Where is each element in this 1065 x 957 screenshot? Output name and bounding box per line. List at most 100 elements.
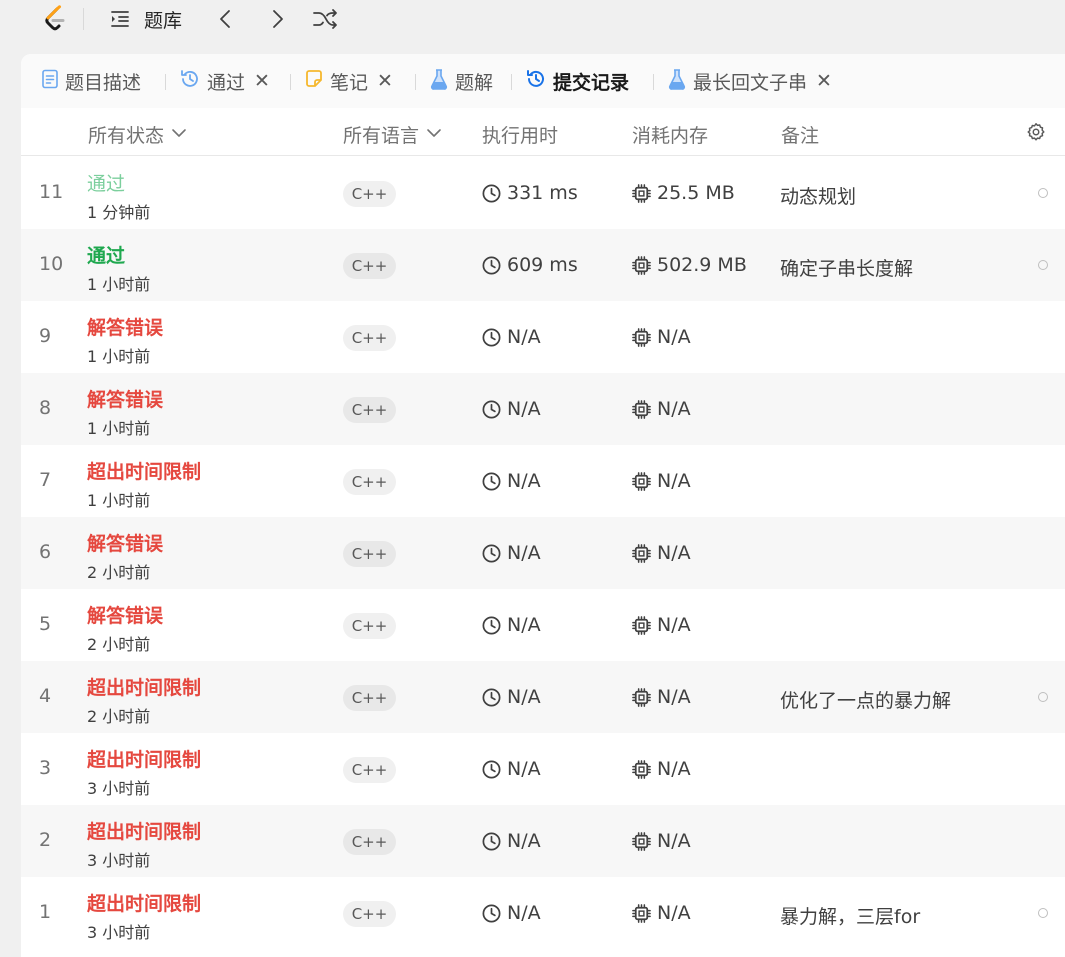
clock-icon — [482, 760, 501, 778]
submission-index: 5 — [39, 613, 52, 635]
memory-value: N/A — [657, 758, 691, 780]
tab-separator — [290, 74, 291, 90]
language-badge: C++ — [343, 325, 396, 351]
submission-note[interactable]: 动态规划 — [780, 182, 856, 209]
status-filter[interactable]: 所有状态 — [88, 121, 187, 148]
memory-value: N/A — [657, 470, 691, 492]
clock-icon — [482, 832, 501, 850]
table-row[interactable]: 6 解答错误 2 小时前 C++ N/A N/A — [21, 517, 1065, 589]
memory-cell: N/A — [631, 830, 691, 852]
note-indicator-dot[interactable] — [1038, 260, 1048, 270]
previous-problem-button[interactable] — [214, 6, 238, 32]
table-row[interactable]: 5 解答错误 2 小时前 C++ N/A N/A — [21, 589, 1065, 661]
note-indicator-dot[interactable] — [1038, 188, 1048, 198]
table-row[interactable]: 7 超出时间限制 1 小时前 C++ N/A N/A — [21, 445, 1065, 517]
submission-time: 1 小时前 — [87, 419, 151, 438]
memory-value: N/A — [657, 686, 691, 708]
language-filter[interactable]: 所有语言 — [343, 121, 442, 148]
memory-cell: N/A — [631, 686, 691, 708]
submission-time: 1 小时前 — [87, 275, 151, 294]
tab-description[interactable]: 题目描述 — [41, 67, 141, 95]
submission-time: 2 小时前 — [87, 563, 151, 582]
history-icon — [179, 68, 201, 94]
chip-icon — [632, 903, 651, 923]
chip-icon — [632, 759, 651, 779]
memory-cell: N/A — [631, 398, 691, 420]
submission-time: 3 小时前 — [87, 851, 151, 870]
memory-value: N/A — [657, 614, 691, 636]
submission-status[interactable]: 解答错误 — [87, 313, 163, 340]
language-badge: C++ — [343, 757, 396, 783]
table-row[interactable]: 11 通过 1 分钟前 C++ 331 ms 25.5 MB 动态规划 — [21, 157, 1065, 229]
runtime-cell: N/A — [481, 686, 541, 708]
runtime-cell: N/A — [481, 758, 541, 780]
submission-status[interactable]: 超出时间限制 — [87, 889, 201, 916]
random-problem-button[interactable] — [312, 6, 338, 32]
chip-icon — [632, 615, 651, 635]
tab-separator — [415, 74, 416, 90]
submission-time: 1 分钟前 — [87, 203, 151, 222]
memory-cell: N/A — [631, 470, 691, 492]
shuffle-icon — [312, 7, 338, 31]
list-indent-icon — [108, 7, 132, 31]
table-row[interactable]: 10 通过 1 小时前 C++ 609 ms 502.9 MB 确定子串长度解 — [21, 229, 1065, 301]
submission-time: 3 小时前 — [87, 923, 151, 942]
submission-status[interactable]: 解答错误 — [87, 601, 163, 628]
submission-status[interactable]: 超出时间限制 — [87, 817, 201, 844]
tab-solutions[interactable]: 题解 — [429, 67, 493, 95]
note-indicator-dot[interactable] — [1038, 692, 1048, 702]
gear-icon[interactable] — [1025, 121, 1047, 147]
close-icon[interactable]: ✕ — [816, 71, 832, 91]
runtime-cell: N/A — [481, 614, 541, 636]
memory-cell: N/A — [631, 326, 691, 348]
table-row[interactable]: 8 解答错误 1 小时前 C++ N/A N/A — [21, 373, 1065, 445]
language-badge: C++ — [343, 901, 396, 927]
submission-note[interactable]: 暴力解，三层for — [780, 902, 920, 929]
tab-longest-palindrome[interactable]: 最长回文子串 ✕ — [667, 67, 832, 95]
next-problem-button[interactable] — [265, 6, 289, 32]
chevron-down-icon — [426, 124, 442, 146]
tab-longest-palindrome-label: 最长回文子串 — [693, 71, 808, 94]
submission-status[interactable]: 超出时间限制 — [87, 673, 201, 700]
submission-status[interactable]: 通过 — [87, 169, 125, 196]
submission-note[interactable]: 优化了一点的暴力解 — [780, 686, 951, 713]
table-row[interactable]: 2 超出时间限制 3 小时前 C++ N/A N/A — [21, 805, 1065, 877]
submission-note[interactable]: 确定子串长度解 — [780, 254, 913, 281]
table-row[interactable]: 9 解答错误 1 小时前 C++ N/A N/A — [21, 301, 1065, 373]
table-row[interactable]: 3 超出时间限制 3 小时前 C++ N/A N/A — [21, 733, 1065, 805]
leetcode-logo-icon[interactable] — [40, 5, 70, 35]
tab-notes[interactable]: 笔记 ✕ — [304, 67, 393, 95]
submission-status[interactable]: 解答错误 — [87, 529, 163, 556]
status-filter-label: 所有状态 — [88, 125, 165, 147]
note-indicator-dot[interactable] — [1038, 908, 1048, 918]
memory-cell: N/A — [631, 758, 691, 780]
tab-submissions[interactable]: 提交记录 — [525, 67, 629, 95]
submission-status[interactable]: 解答错误 — [87, 385, 163, 412]
submissions-panel: 题目描述 通过 ✕ 笔记 ✕ 题解 提交记录 最长回文子串 ✕ 所有状态 所有语… — [21, 54, 1065, 957]
table-row[interactable]: 4 超出时间限制 2 小时前 C++ N/A N/A 优化了一点的暴力解 — [21, 661, 1065, 733]
close-icon[interactable]: ✕ — [254, 71, 270, 91]
memory-value: N/A — [657, 830, 691, 852]
problem-list-button[interactable]: 题库 — [108, 6, 182, 32]
submission-status[interactable]: 超出时间限制 — [87, 745, 201, 772]
submission-status[interactable]: 通过 — [87, 241, 125, 268]
tab-accepted-label: 通过 — [207, 71, 246, 94]
memory-cell: N/A — [631, 614, 691, 636]
close-icon[interactable]: ✕ — [377, 71, 393, 91]
submission-status[interactable]: 超出时间限制 — [87, 457, 201, 484]
memory-cell: 502.9 MB — [631, 254, 747, 276]
memory-cell: N/A — [631, 542, 691, 564]
runtime-value: N/A — [507, 758, 541, 780]
language-badge: C++ — [343, 469, 396, 495]
runtime-value: N/A — [507, 326, 541, 348]
submission-index: 9 — [39, 325, 52, 347]
runtime-value: N/A — [507, 398, 541, 420]
runtime-value: N/A — [507, 830, 541, 852]
table-row[interactable]: 1 超出时间限制 3 小时前 C++ N/A N/A 暴力解，三层for — [21, 877, 1065, 949]
history-icon — [525, 68, 547, 94]
language-badge: C++ — [343, 685, 396, 711]
language-badge: C++ — [343, 541, 396, 567]
chevron-right-icon — [265, 7, 289, 31]
memory-value: 502.9 MB — [657, 254, 747, 276]
tab-accepted[interactable]: 通过 ✕ — [179, 67, 270, 95]
